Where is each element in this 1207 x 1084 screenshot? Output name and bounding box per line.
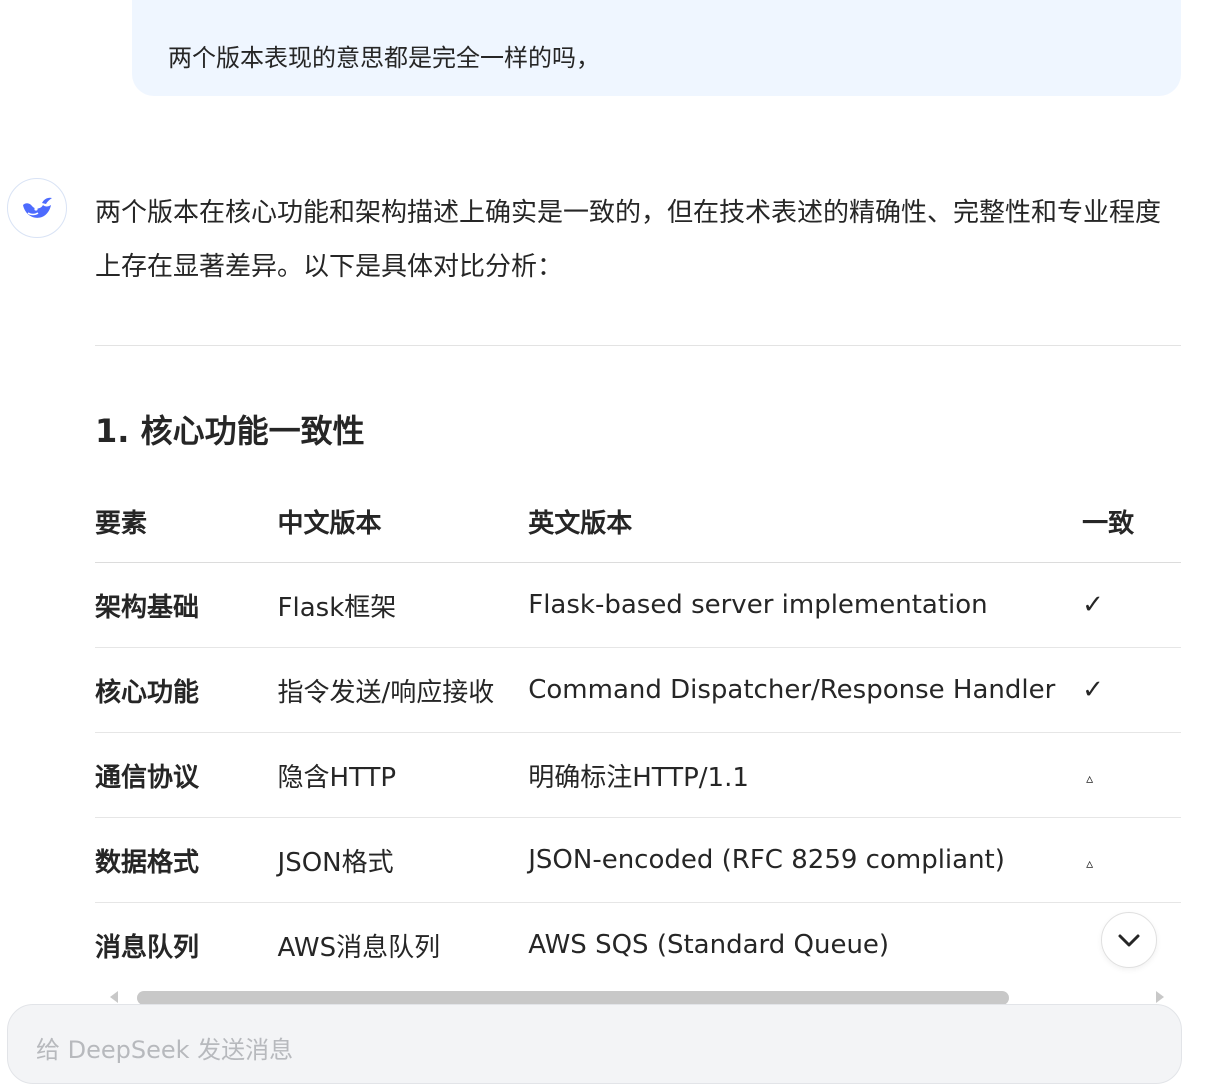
message-input[interactable]: [34, 1029, 938, 1071]
scroll-right-arrow-icon[interactable]: [1153, 990, 1167, 1004]
user-message-text: 两个版本表现的意思都是完全一样的吗，: [168, 44, 600, 72]
scrollbar-thumb[interactable]: [137, 991, 1009, 1005]
deepseek-whale-icon: [23, 197, 52, 218]
scroll-to-bottom-button[interactable]: [1101, 912, 1157, 968]
header-english-version: 英文版本: [528, 480, 1083, 563]
row-element: 通信协议: [95, 732, 278, 818]
row-chinese: 隐含HTTP: [277, 732, 529, 818]
message-composer[interactable]: [7, 1004, 1182, 1084]
section-divider: [95, 345, 1181, 346]
header-chinese-version: 中文版本: [277, 480, 529, 563]
row-english: 明确标注HTTP/1.1: [528, 732, 1083, 818]
row-chinese: Flask框架: [277, 562, 529, 648]
row-element: 核心功能: [95, 647, 278, 733]
row-english: JSON-encoded (RFC 8259 compliant): [528, 817, 1083, 903]
table-row: 消息队列 AWS消息队列 AWS SQS (Standard Queue): [95, 902, 1181, 985]
table-header-row: 要素 中文版本 英文版本 一致: [95, 480, 1181, 563]
row-element: 架构基础: [95, 562, 278, 648]
assistant-avatar: [7, 178, 67, 238]
scroll-left-arrow-icon[interactable]: [107, 990, 121, 1004]
row-chinese: 指令发送/响应接收: [277, 647, 529, 733]
row-chinese: AWS消息队列: [277, 902, 529, 985]
chevron-down-icon: [1118, 934, 1140, 947]
section-heading: 1. 核心功能一致性: [95, 412, 365, 450]
assistant-intro-text: 两个版本在核心功能和架构描述上确实是一致的，但在技术表述的精确性、完整性和专业程…: [95, 198, 1162, 282]
row-status: ▵: [1086, 856, 1094, 872]
user-message-bubble: 两个版本表现的意思都是完全一样的吗，: [132, 0, 1181, 96]
header-consistency: 一致: [1082, 480, 1181, 563]
row-status: ▵: [1086, 771, 1094, 787]
row-status: ✓: [1082, 562, 1181, 648]
row-chinese: JSON格式: [277, 817, 529, 903]
comparison-table: 要素 中文版本 英文版本 一致 架构基础 Flask框架 Flask-based…: [95, 480, 1181, 985]
row-english: Flask-based server implementation: [528, 562, 1083, 648]
row-english: AWS SQS (Standard Queue): [528, 902, 1083, 985]
table-row: 架构基础 Flask框架 Flask-based server implemen…: [95, 562, 1181, 648]
comparison-table-container[interactable]: 要素 中文版本 英文版本 一致 架构基础 Flask框架 Flask-based…: [95, 480, 1181, 985]
row-element: 数据格式: [95, 817, 278, 903]
header-element: 要素: [95, 480, 278, 563]
row-element: 消息队列: [95, 902, 278, 985]
row-english: Command Dispatcher/Response Handler: [528, 647, 1083, 733]
table-row: 通信协议 隐含HTTP 明确标注HTTP/1.1 ▵: [95, 732, 1181, 818]
row-status: ✓: [1082, 647, 1181, 733]
table-row: 数据格式 JSON格式 JSON-encoded (RFC 8259 compl…: [95, 817, 1181, 903]
table-row: 核心功能 指令发送/响应接收 Command Dispatcher/Respon…: [95, 647, 1181, 733]
